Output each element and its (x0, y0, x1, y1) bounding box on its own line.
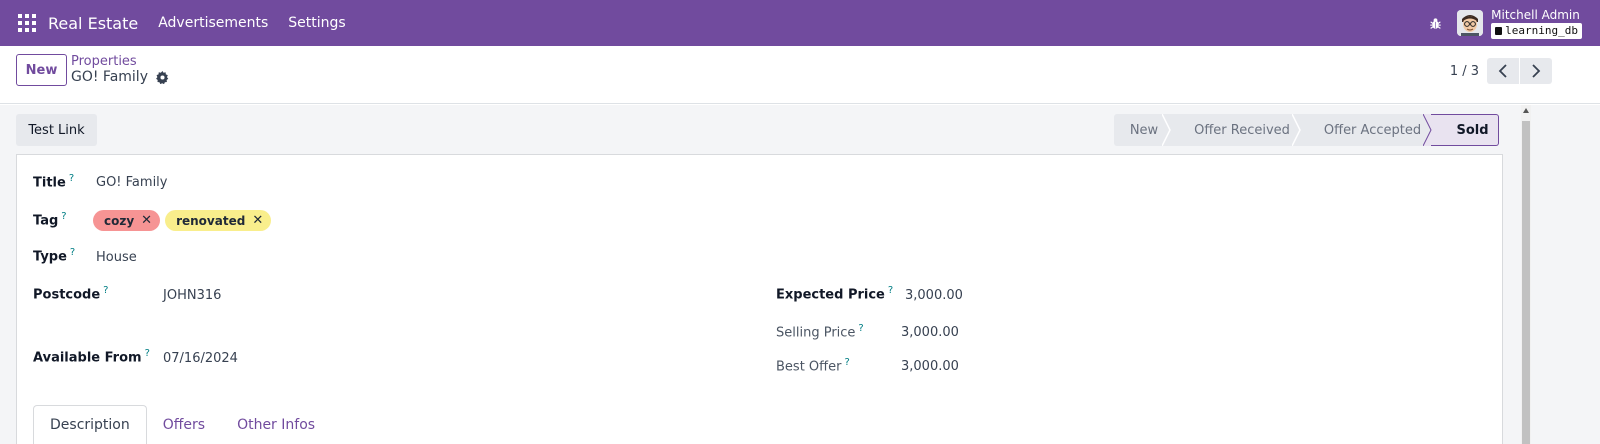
user-avatar[interactable] (1457, 10, 1484, 36)
record-name: GO! Family (71, 69, 148, 85)
database-icon (1495, 26, 1503, 35)
stage-separator (1423, 114, 1432, 146)
help-tooltip-icon[interactable]: ? (858, 323, 863, 334)
help-tooltip-icon[interactable]: ? (70, 247, 75, 258)
type-label: Type? (33, 247, 76, 265)
expected-price-field[interactable]: 3,000.00 (905, 288, 963, 303)
pager-value[interactable]: 1 / 3 (1450, 64, 1479, 79)
title-label: Title? (33, 173, 75, 191)
debug-bug-icon[interactable] (1427, 15, 1443, 31)
help-tooltip-icon[interactable]: ? (103, 285, 108, 296)
database-badge: learning_db (1491, 22, 1582, 39)
selling-price-value: 3,000.00 (901, 325, 959, 340)
best-offer-label: Best Offer? (776, 357, 850, 375)
type-field[interactable]: House (96, 250, 137, 265)
stage-label: New (1129, 122, 1159, 138)
scroll-up-arrow-icon[interactable] (1523, 108, 1529, 113)
help-tooltip-icon[interactable]: ? (145, 348, 150, 359)
top-navbar: Real Estate Advertisements Settings Mitc… (0, 0, 1600, 46)
stage-offer-received[interactable]: Offer Received (1170, 114, 1301, 146)
user-name: Mitchell Admin (1491, 7, 1580, 22)
test-link-button[interactable]: Test Link (16, 114, 97, 146)
chevron-right-icon (1532, 64, 1541, 78)
available-from-label: Available From? (33, 348, 150, 366)
help-tooltip-icon[interactable]: ? (844, 357, 849, 368)
pager: 1 / 3 (1450, 58, 1552, 84)
tag-chip-label: cozy (104, 213, 135, 228)
tag-label: Tag? (33, 211, 67, 229)
notebook-tabs: Description Offers Other Infos (33, 400, 331, 444)
app-name[interactable]: Real Estate (48, 14, 138, 33)
best-offer-value: 3,000.00 (901, 359, 959, 374)
menu-advertisements[interactable]: Advertisements (158, 15, 268, 31)
user-menu[interactable]: Mitchell Admin learning_db (1491, 8, 1582, 39)
stage-statusbar: New Offer Received Offer Accepted Sold (1114, 114, 1499, 146)
breadcrumb-properties[interactable]: Properties (71, 54, 137, 69)
help-tooltip-icon[interactable]: ? (61, 211, 66, 222)
pager-next-button[interactable] (1520, 58, 1552, 84)
form-view: Test Link New Offer Received Offer Accep… (0, 105, 1600, 444)
help-tooltip-icon[interactable]: ? (69, 173, 74, 184)
vertical-scrollbar[interactable] (1521, 105, 1531, 444)
stage-offer-accepted[interactable]: Offer Accepted (1300, 114, 1432, 146)
tab-description[interactable]: Description (33, 405, 147, 444)
chevron-left-icon (1498, 64, 1507, 78)
tag-chip[interactable]: cozy ✕ (93, 210, 161, 231)
app-menu-icon[interactable] (18, 14, 36, 32)
scroll-thumb[interactable] (1522, 121, 1530, 444)
tab-offers[interactable]: Offers (147, 405, 221, 444)
stage-separator (1162, 114, 1171, 146)
remove-tag-icon[interactable]: ✕ (141, 213, 152, 228)
help-tooltip-icon[interactable]: ? (888, 285, 893, 296)
tag-chip[interactable]: renovated ✕ (165, 210, 272, 231)
stage-label: Offer Received (1194, 122, 1290, 138)
control-panel: New Properties GO! Family 1 / 3 (0, 46, 1600, 104)
tag-chip-label: renovated (176, 213, 246, 228)
selling-price-label: Selling Price? (776, 323, 864, 341)
stage-separator (1292, 114, 1301, 146)
tab-other-infos[interactable]: Other Infos (221, 405, 331, 444)
database-name: learning_db (1505, 23, 1578, 37)
record-title: GO! Family (71, 69, 169, 85)
stage-sold[interactable]: Sold (1431, 114, 1499, 146)
stage-label: Offer Accepted (1323, 122, 1422, 138)
postcode-field[interactable]: JOHN316 (163, 288, 221, 303)
stage-label: Sold (1456, 122, 1489, 138)
available-from-field[interactable]: 07/16/2024 (163, 351, 238, 366)
remove-tag-icon[interactable]: ✕ (252, 213, 263, 228)
gear-icon[interactable] (156, 70, 169, 84)
pager-previous-button[interactable] (1487, 58, 1519, 84)
form-sheet: Title? GO! Family Tag? cozy ✕ renovated ✕ T… (16, 154, 1503, 444)
stage-new[interactable]: New (1114, 114, 1171, 146)
postcode-label: Postcode? (33, 285, 109, 303)
title-field[interactable]: GO! Family (96, 175, 167, 190)
expected-price-label: Expected Price? (776, 285, 894, 303)
new-record-button[interactable]: New (16, 54, 67, 86)
tag-field[interactable]: cozy ✕ renovated ✕ (93, 210, 276, 231)
menu-settings[interactable]: Settings (288, 15, 345, 31)
